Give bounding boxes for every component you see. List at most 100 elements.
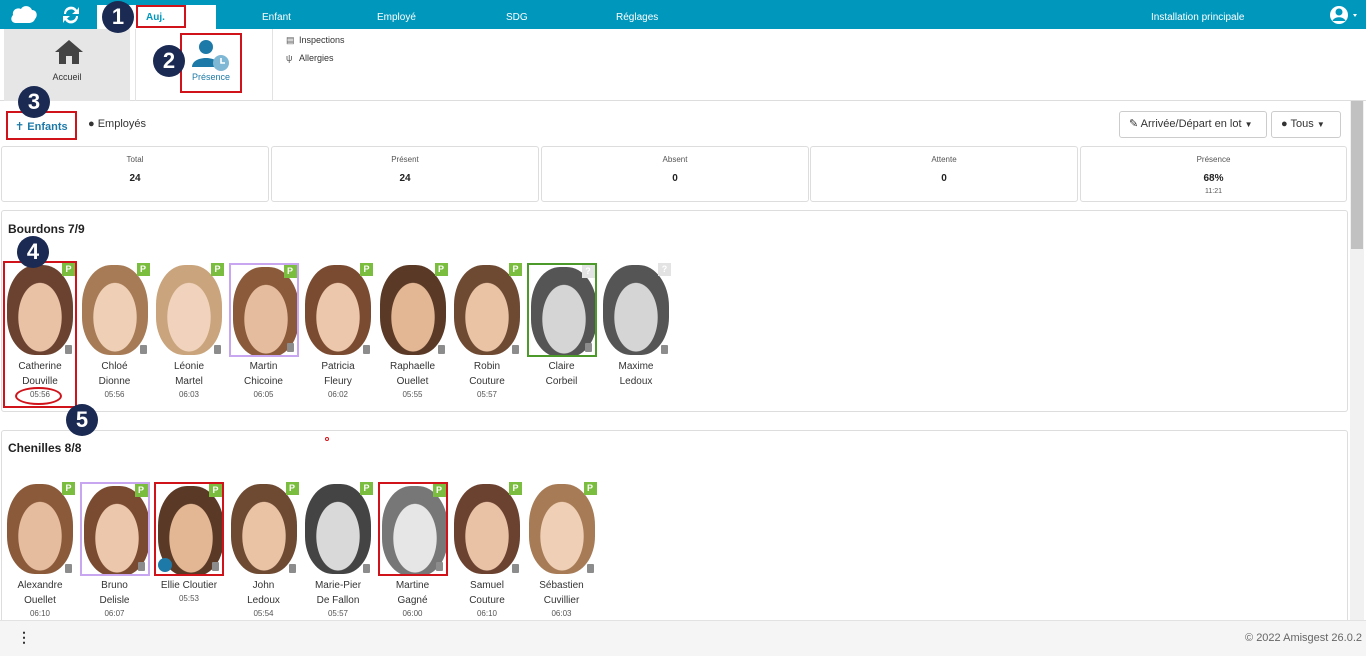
filter-all-label: Tous <box>1290 118 1314 130</box>
child-photo[interactable]: P <box>154 482 224 576</box>
stat-waiting: Attente 0 <box>810 146 1078 202</box>
presence-status-tag: P <box>134 484 148 497</box>
bulk-arrival-departure-button[interactable]: ✎ Arrivée/Départ en lot ▼ <box>1119 111 1267 138</box>
child-card[interactable]: P Bruno Delisle 06:07 <box>78 482 152 622</box>
child-card[interactable]: P Martine Gagné 06:00 <box>376 482 450 622</box>
child-face-image <box>81 265 148 355</box>
step-badge-4: 4 <box>17 236 49 268</box>
child-card[interactable]: P Alexandre Ouellet 06:10 <box>3 482 77 622</box>
clipboard-icon[interactable] <box>584 343 592 352</box>
presence-status-tag: P <box>509 263 522 276</box>
clipboard-icon[interactable] <box>661 345 668 354</box>
child-photo[interactable]: ? <box>526 263 597 357</box>
child-card[interactable]: P Robin Couture 05:57 <box>450 263 524 403</box>
link-allergies[interactable]: ψ Allergies <box>286 53 334 63</box>
group-title: Chenilles 8/8 <box>8 441 82 455</box>
child-first-name: Léonie <box>173 361 205 372</box>
clipboard-icon[interactable] <box>286 343 294 352</box>
presence-status-tag: P <box>360 482 373 495</box>
clipboard-icon[interactable] <box>512 345 519 354</box>
child-photo[interactable]: P <box>5 482 75 576</box>
clipboard-icon[interactable] <box>435 562 443 571</box>
clipboard-icon[interactable] <box>139 345 147 354</box>
clipboard-icon[interactable] <box>363 564 370 573</box>
child-face-image <box>454 265 520 355</box>
home-icon <box>55 40 83 64</box>
filter-children-label: ✝ Enfants <box>15 120 68 133</box>
magic-wand-icon: ✎ <box>1129 118 1139 130</box>
tab-sdg[interactable]: SDG <box>506 12 528 23</box>
cloud-logo-icon[interactable] <box>10 5 38 25</box>
presence-status-tag: ? <box>581 265 595 278</box>
footer: ⋮ © 2022 Amisgest 26.0.2 <box>0 620 1366 656</box>
child-photo[interactable]: P <box>229 482 299 576</box>
tab-reglages[interactable]: Réglages <box>616 12 658 23</box>
child-name: Marie-Pier De Fallon <box>301 578 375 608</box>
child-last-name: Martel <box>175 376 203 387</box>
child-photo[interactable]: P <box>228 263 299 357</box>
child-photo[interactable]: ? <box>601 263 671 357</box>
child-last-name: Fleury <box>324 376 352 387</box>
child-card[interactable]: P Raphaelle Ouellet 05:55 <box>376 263 450 403</box>
clipboard-icon[interactable] <box>212 562 219 571</box>
child-card[interactable]: P Chloé Dionne 05:56 <box>78 263 152 403</box>
step-badge-1: 1 <box>102 1 134 33</box>
child-photo[interactable]: P <box>378 263 448 357</box>
bulk-button-label: Arrivée/Départ en lot <box>1140 118 1242 130</box>
child-card[interactable]: P Samuel Couture 06:10 <box>450 482 524 622</box>
step-badge-3: 3 <box>18 86 50 118</box>
child-last-name: Ledoux <box>619 376 653 387</box>
filter-employees[interactable]: ● Employés <box>88 118 146 130</box>
child-first-name: Martin <box>249 361 278 372</box>
child-card[interactable]: P Patricia Fleury 06:02 <box>301 263 375 403</box>
clipboard-icon[interactable] <box>65 564 72 573</box>
child-card[interactable]: P Sébastien Cuvillier 06:03 <box>525 482 599 622</box>
child-photo[interactable]: P <box>452 482 522 576</box>
child-name: Samuel Couture <box>450 578 524 608</box>
child-name: Sébastien Cuvillier <box>525 578 599 608</box>
user-avatar-icon[interactable] <box>1328 4 1362 26</box>
child-photo[interactable]: P <box>303 263 373 357</box>
child-name: Martin Chicoine <box>227 359 301 389</box>
child-photo[interactable]: P <box>154 263 224 357</box>
child-card[interactable]: ? Maxime Ledoux <box>599 263 673 403</box>
child-card[interactable]: ? Claire Corbeil <box>525 263 599 403</box>
clipboard-icon[interactable] <box>586 564 594 573</box>
child-first-name: Robin <box>473 361 501 372</box>
child-card[interactable]: P Léonie Martel 06:03 <box>152 263 226 403</box>
stat-title: Présent <box>391 155 419 164</box>
message-icon[interactable] <box>158 558 172 572</box>
more-menu-icon[interactable]: ⋮ <box>17 629 31 646</box>
link-allergies-label: Allergies <box>299 53 334 63</box>
child-photo[interactable]: P <box>377 482 448 576</box>
tab-enfant[interactable]: Enfant <box>262 12 291 23</box>
presence-tile[interactable]: Présence <box>180 33 242 93</box>
user-icon: ● <box>88 118 95 130</box>
clipboard-icon[interactable] <box>437 345 445 354</box>
stat-value: 24 <box>399 173 411 184</box>
clipboard-icon[interactable] <box>288 564 296 573</box>
presence-user-clock-icon <box>192 40 229 71</box>
filter-all-button[interactable]: ● Tous ▼ <box>1271 111 1341 138</box>
link-inspections[interactable]: ▤ Inspections <box>286 35 345 46</box>
child-photo[interactable]: P <box>80 263 150 357</box>
child-card[interactable]: P Ellie Cloutier 05:53 <box>152 482 226 622</box>
child-photo[interactable]: P <box>79 482 150 576</box>
installation-name[interactable]: Installation principale <box>1151 12 1244 23</box>
sync-icon[interactable] <box>60 4 82 26</box>
scrollbar-thumb[interactable] <box>1351 101 1363 249</box>
arrival-time: 06:07 <box>104 609 125 618</box>
child-card[interactable]: P Marie-Pier De Fallon 05:57 <box>301 482 375 622</box>
child-photo[interactable]: P <box>527 482 597 576</box>
child-first-name: Chloé <box>101 361 128 372</box>
child-photo[interactable]: P <box>303 482 373 576</box>
child-card[interactable]: P Martin Chicoine 06:05 <box>227 263 301 403</box>
child-card[interactable]: P John Ledoux 05:54 <box>227 482 301 622</box>
clipboard-icon[interactable] <box>363 345 370 354</box>
clipboard-icon[interactable] <box>137 562 145 571</box>
clipboard-icon[interactable] <box>214 345 221 354</box>
clipboard-icon[interactable] <box>512 564 519 573</box>
tab-employe[interactable]: Employé <box>377 12 416 23</box>
highlight-oval-arrival-time <box>15 387 62 405</box>
child-photo[interactable]: P <box>452 263 522 357</box>
